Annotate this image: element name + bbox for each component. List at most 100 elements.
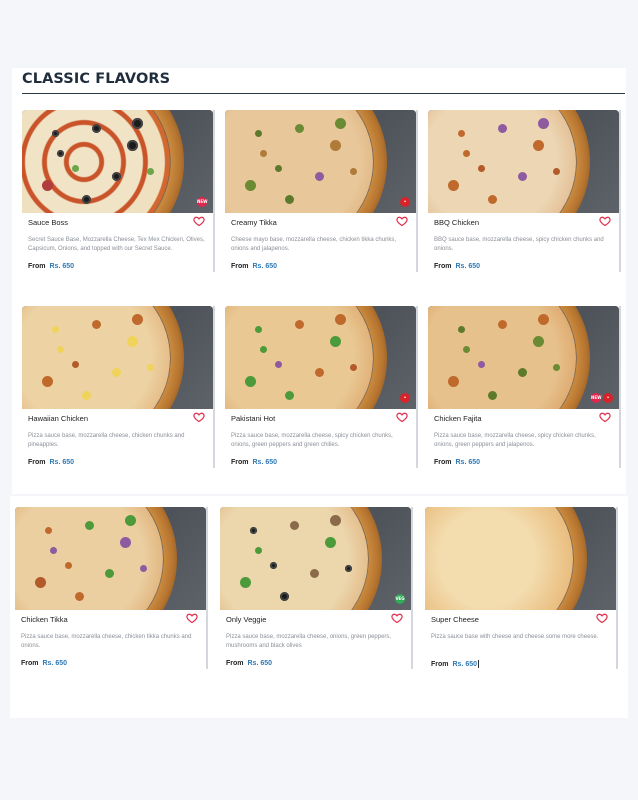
text-cursor bbox=[478, 660, 480, 668]
product-card[interactable]: VEG Only Veggie Pizza sauce base, mozzar… bbox=[220, 507, 413, 669]
heart-outline-icon[interactable] bbox=[391, 612, 403, 624]
product-name[interactable]: BBQ Chicken bbox=[434, 218, 479, 227]
heart-outline-icon[interactable] bbox=[396, 215, 408, 227]
pizza-topping bbox=[245, 180, 256, 191]
product-price: From Rs. 650 bbox=[226, 660, 272, 667]
pizza-topping bbox=[330, 336, 341, 347]
heart-outline-icon[interactable] bbox=[599, 215, 611, 227]
pizza-image[interactable]: • bbox=[225, 110, 416, 213]
price-amount: Rs. 650 bbox=[455, 459, 481, 466]
pizza-topping bbox=[285, 195, 294, 204]
product-card[interactable]: • NEW Chicken Fajita Pizza sauce base, mo… bbox=[428, 306, 621, 468]
pizza-topping bbox=[112, 172, 121, 181]
pizza-topping bbox=[518, 172, 527, 181]
product-card[interactable]: Chicken Tikka Pizza sauce base, mozzarel… bbox=[15, 507, 208, 669]
product-name[interactable]: Sauce Boss bbox=[28, 218, 68, 227]
product-price: From Rs. 650 bbox=[431, 660, 480, 668]
pizza-topping bbox=[488, 195, 497, 204]
pizza-topping bbox=[350, 364, 357, 371]
pizza-topping bbox=[330, 140, 341, 151]
pizza-topping bbox=[147, 364, 154, 371]
pizza-topping bbox=[538, 314, 549, 325]
spicy-chili-icon: • bbox=[603, 393, 613, 403]
heart-outline-icon[interactable] bbox=[193, 411, 205, 423]
product-card[interactable]: NEW Sauce Boss Secret Sauce Base, Mozzar… bbox=[22, 110, 215, 272]
pizza-image[interactable] bbox=[428, 110, 619, 213]
pizza-topping bbox=[290, 521, 299, 530]
product-name[interactable]: Creamy Tikka bbox=[231, 218, 277, 227]
pizza-topping bbox=[315, 368, 324, 377]
heart-outline-icon[interactable] bbox=[186, 612, 198, 624]
pizza-topping bbox=[245, 376, 256, 387]
pizza-topping bbox=[132, 118, 143, 129]
price-amount: Rs. 650 bbox=[452, 660, 478, 668]
product-name[interactable]: Only Veggie bbox=[226, 615, 266, 624]
price-from-label: From bbox=[226, 660, 244, 667]
product-card[interactable]: • Pakistani Hot Pizza sauce base, mozzar… bbox=[225, 306, 418, 468]
price-amount: Rs. 650 bbox=[252, 459, 278, 466]
pizza-topping bbox=[478, 361, 485, 368]
product-price: From Rs. 650 bbox=[21, 660, 67, 667]
pizza-image[interactable]: NEW bbox=[22, 110, 213, 213]
pizza-topping bbox=[448, 376, 459, 387]
heart-outline-icon[interactable] bbox=[193, 215, 205, 227]
product-name[interactable]: Chicken Tikka bbox=[21, 615, 68, 624]
price-from-label: From bbox=[434, 459, 452, 466]
product-price: From Rs. 650 bbox=[434, 263, 480, 270]
pizza-topping bbox=[112, 368, 121, 377]
product-description: Pizza sauce base with cheese and cheese … bbox=[431, 634, 599, 640]
pizza-topping bbox=[65, 562, 72, 569]
pizza-topping bbox=[533, 336, 544, 347]
pizza-topping bbox=[52, 130, 59, 137]
pizza-topping bbox=[295, 320, 304, 329]
product-name[interactable]: Hawaiian Chicken bbox=[28, 414, 88, 423]
pizza-topping bbox=[498, 320, 507, 329]
heart-outline-icon[interactable] bbox=[396, 411, 408, 423]
heart-outline-icon[interactable] bbox=[596, 612, 608, 624]
price-from-label: From bbox=[231, 263, 249, 270]
price-from-label: From bbox=[28, 459, 46, 466]
pizza-image[interactable]: VEG bbox=[220, 507, 411, 610]
pizza-topping bbox=[50, 547, 57, 554]
heart-outline-icon[interactable] bbox=[599, 411, 611, 423]
pizza-topping bbox=[105, 569, 114, 578]
pizza-topping bbox=[295, 124, 304, 133]
price-from-label: From bbox=[28, 263, 46, 270]
product-name[interactable]: Pakistani Hot bbox=[231, 414, 275, 423]
pizza-topping bbox=[82, 195, 91, 204]
price-amount: Rs. 650 bbox=[42, 660, 68, 667]
product-card[interactable]: Hawaiian Chicken Pizza sauce base, mozza… bbox=[22, 306, 215, 468]
pizza-topping bbox=[325, 537, 336, 548]
pizza-topping bbox=[498, 124, 507, 133]
pizza-topping bbox=[127, 140, 138, 151]
section-divider bbox=[22, 93, 625, 94]
pizza-topping bbox=[52, 326, 59, 333]
pizza-topping bbox=[285, 391, 294, 400]
pizza-topping bbox=[345, 565, 352, 572]
pizza-topping bbox=[92, 124, 101, 133]
pizza-topping bbox=[42, 376, 53, 387]
pizza-topping bbox=[75, 592, 84, 601]
product-description: Pizza sauce base, mozzarella cheese, spi… bbox=[231, 433, 393, 448]
product-card[interactable]: Super Cheese Pizza sauce base with chees… bbox=[425, 507, 618, 669]
pizza-topping bbox=[463, 150, 470, 157]
pizza-topping bbox=[275, 361, 282, 368]
pizza-topping bbox=[147, 168, 154, 175]
pizza-image[interactable]: • NEW bbox=[428, 306, 619, 409]
pizza-image[interactable] bbox=[22, 306, 213, 409]
veg-badge-icon: VEG bbox=[395, 594, 405, 604]
pizza-image[interactable]: • bbox=[225, 306, 416, 409]
pizza-image[interactable] bbox=[15, 507, 206, 610]
product-price: From Rs. 650 bbox=[28, 459, 74, 466]
pizza-topping bbox=[127, 336, 138, 347]
product-name[interactable]: Super Cheese bbox=[431, 615, 479, 624]
product-name[interactable]: Chicken Fajita bbox=[434, 414, 482, 423]
pizza-image[interactable] bbox=[425, 507, 616, 610]
product-card[interactable]: BBQ Chicken BBQ sauce base, mozzarella c… bbox=[428, 110, 621, 272]
pizza-topping bbox=[335, 314, 346, 325]
product-card[interactable]: • Creamy Tikka Cheese mayo base, mozzare… bbox=[225, 110, 418, 272]
pizza-topping bbox=[350, 168, 357, 175]
pizza-topping bbox=[270, 562, 277, 569]
product-price: From Rs. 650 bbox=[434, 459, 480, 466]
price-from-label: From bbox=[21, 660, 39, 667]
